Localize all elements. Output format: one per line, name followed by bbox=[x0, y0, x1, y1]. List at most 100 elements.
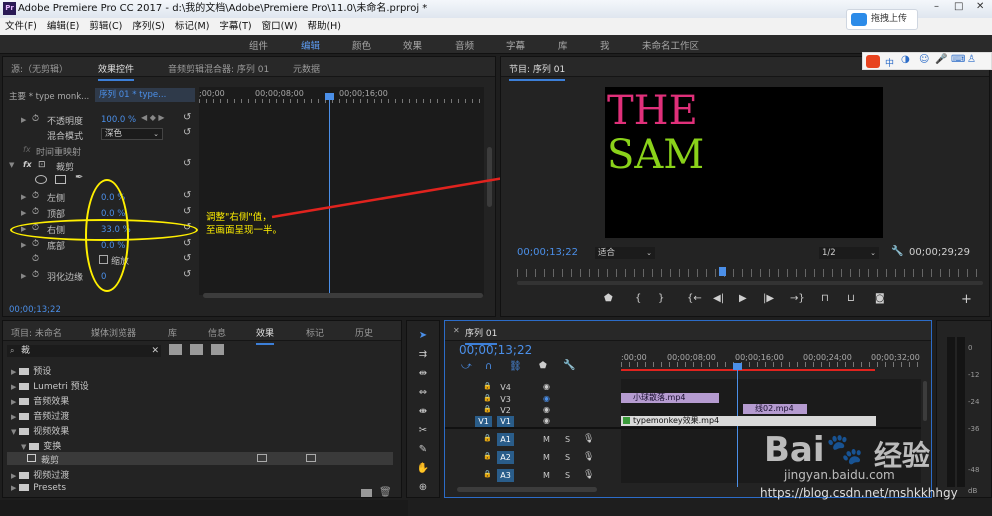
solo-button[interactable]: S bbox=[565, 453, 570, 462]
track-v2[interactable]: V2 bbox=[497, 405, 514, 416]
track-select-tool-icon[interactable]: ⇉ bbox=[416, 349, 430, 363]
32bit-filter-icon[interactable] bbox=[190, 344, 203, 355]
solo-button[interactable]: S bbox=[565, 471, 570, 480]
razor-tool-icon[interactable]: ✂ bbox=[416, 425, 430, 439]
tab-media-browser[interactable]: 媒体浏览器 bbox=[91, 326, 136, 339]
fit-select[interactable]: 适合 ⌄ bbox=[595, 247, 655, 259]
tab-markers[interactable]: 标记 bbox=[306, 326, 324, 339]
tl-zoom-scrollbar[interactable] bbox=[457, 487, 597, 492]
track-lock-icon[interactable]: 🔒 bbox=[483, 434, 492, 442]
tab-sequence[interactable]: 序列 01 bbox=[465, 326, 498, 345]
eye-icon[interactable]: ◉ bbox=[543, 416, 550, 425]
mic-icon[interactable]: 🎙 bbox=[583, 452, 594, 462]
tab-project[interactable]: 项目: 未命名 bbox=[11, 326, 62, 339]
tree-crop[interactable]: 裁剪 bbox=[27, 453, 59, 466]
ime-toolbar[interactable]: 中 ◑ ☺ 🎤 ⌨ ♙ bbox=[862, 52, 992, 70]
upload-button[interactable]: 拖拽上传 bbox=[846, 9, 918, 30]
track-a2[interactable]: A2 bbox=[497, 451, 514, 464]
ripple-edit-tool-icon[interactable]: ⇹ bbox=[416, 368, 430, 382]
step-back-icon[interactable]: ◀| bbox=[713, 293, 724, 304]
tree-video-effects[interactable]: ▼ 视频效果 bbox=[11, 424, 69, 437]
pen-tool-icon[interactable]: ✎ bbox=[416, 444, 430, 458]
zoom-tool-icon[interactable]: ⊕ bbox=[416, 482, 430, 496]
program-playhead[interactable] bbox=[719, 267, 726, 276]
marker-icon[interactable]: ⬟ bbox=[604, 293, 613, 304]
track-lock-icon[interactable]: 🔒 bbox=[483, 394, 492, 402]
track-v4[interactable]: V4 bbox=[497, 382, 514, 393]
mic-icon[interactable]: 🎙 bbox=[583, 434, 594, 444]
add-button-icon[interactable]: + bbox=[961, 292, 972, 307]
wrench-icon[interactable]: 🔧 bbox=[891, 246, 903, 257]
clip-v2[interactable]: 线02.mp4 bbox=[743, 404, 807, 414]
eye-icon[interactable]: ◉ bbox=[543, 394, 550, 403]
program-timecode[interactable]: 00;00;13;22 bbox=[517, 247, 578, 258]
mute-button[interactable]: M bbox=[543, 453, 550, 462]
selection-tool-icon[interactable]: ➤ bbox=[416, 330, 430, 344]
track-a1[interactable]: A1 bbox=[497, 433, 514, 446]
rate-stretch-tool-icon[interactable]: ⇔ bbox=[416, 387, 430, 401]
track-a3[interactable]: A3 bbox=[497, 469, 514, 482]
track-v3[interactable]: V3 bbox=[497, 394, 514, 405]
track-lock-icon[interactable]: 🔒 bbox=[483, 382, 492, 390]
new-bin-icon[interactable] bbox=[361, 489, 372, 497]
tab-effects[interactable]: 效果 bbox=[256, 326, 275, 345]
solo-button[interactable]: S bbox=[565, 435, 570, 444]
yuv-filter-icon[interactable] bbox=[211, 344, 224, 355]
play-icon[interactable]: ▶ bbox=[739, 293, 747, 304]
step-forward-icon[interactable]: |▶ bbox=[763, 293, 774, 304]
eye-icon[interactable]: ◉ bbox=[543, 382, 550, 391]
tab-history[interactable]: 历史 bbox=[355, 326, 373, 339]
go-to-in-icon[interactable]: {← bbox=[687, 293, 702, 304]
close-tab-icon[interactable]: ✕ bbox=[453, 326, 460, 335]
tab-info[interactable]: 信息 bbox=[208, 326, 226, 339]
add-marker-icon[interactable]: ⬟ bbox=[539, 361, 547, 371]
trash-icon[interactable]: 🗑 bbox=[379, 487, 392, 498]
slip-tool-icon[interactable]: ⇼ bbox=[416, 406, 430, 420]
linked-selection-icon[interactable]: ⛓ bbox=[509, 361, 522, 372]
tab-libraries[interactable]: 库 bbox=[168, 326, 177, 339]
eye-icon[interactable]: ◉ bbox=[543, 405, 550, 414]
folder-icon bbox=[19, 472, 30, 479]
effects-search-input[interactable]: ⌕ 裁 ✕ bbox=[7, 345, 161, 357]
mute-button[interactable]: M bbox=[543, 471, 550, 480]
lift-icon[interactable]: ⊓ bbox=[821, 293, 829, 304]
tree-crop-selected[interactable] bbox=[7, 452, 393, 465]
snap-icon[interactable]: ∩ bbox=[485, 361, 492, 372]
clear-icon[interactable]: ✕ bbox=[151, 345, 159, 357]
tree-video-transitions[interactable]: ▶ 视频过渡 bbox=[11, 468, 69, 481]
tab-program[interactable]: 节目: 序列 01 bbox=[509, 62, 566, 81]
go-to-out-icon[interactable]: →} bbox=[790, 293, 805, 304]
program-zoom-scrollbar[interactable] bbox=[517, 281, 983, 285]
camera-icon[interactable]: ◙ bbox=[875, 293, 885, 304]
mark-in-icon[interactable]: { bbox=[635, 293, 641, 304]
accelerated-filter-icon[interactable] bbox=[169, 344, 182, 355]
timeline-settings-icon[interactable]: 🔧 bbox=[563, 360, 575, 371]
track-lock-icon[interactable]: 🔒 bbox=[483, 452, 492, 460]
quality-select[interactable]: 1/2 ⌄ bbox=[819, 247, 879, 259]
tree-presets[interactable]: ▶ 预设 bbox=[11, 364, 51, 377]
tl-playhead-handle[interactable] bbox=[733, 363, 742, 370]
mark-out-icon[interactable]: } bbox=[658, 293, 664, 304]
program-video-frame[interactable]: THE SAM bbox=[605, 87, 883, 238]
track-v1[interactable]: V1 bbox=[497, 416, 514, 427]
tl-vertical-scrollbar[interactable] bbox=[923, 381, 927, 421]
tree-audio-transitions[interactable]: ▶ 音频过渡 bbox=[11, 409, 69, 422]
tree-presets-folder[interactable]: ▶ Presets bbox=[11, 483, 66, 492]
track-lock-icon[interactable]: 🔒 bbox=[483, 470, 492, 478]
source-patch-v1[interactable]: V1 bbox=[475, 416, 492, 427]
hand-tool-icon[interactable]: ✋ bbox=[416, 463, 430, 477]
tl-work-area-bar[interactable] bbox=[621, 369, 875, 371]
tree-transform[interactable]: ▼ 变换 bbox=[21, 439, 61, 452]
extract-icon[interactable]: ⊔ bbox=[847, 293, 855, 304]
track-lock-icon[interactable]: 🔒 bbox=[483, 405, 492, 413]
mute-button[interactable]: M bbox=[543, 435, 550, 444]
timeline-timecode[interactable]: 00;00;13;22 bbox=[459, 343, 532, 357]
program-scrub-bar[interactable] bbox=[517, 269, 983, 277]
tl-playhead[interactable] bbox=[737, 367, 738, 487]
tree-lumetri-presets[interactable]: ▶ Lumetri 预设 bbox=[11, 379, 89, 392]
clip-v1[interactable]: typemonkey效果.mp4 bbox=[621, 416, 876, 426]
clip-v3[interactable]: 小球散落.mp4 bbox=[621, 393, 719, 403]
nest-icon[interactable]: ⤻ bbox=[461, 361, 472, 372]
mic-icon[interactable]: 🎙 bbox=[583, 470, 594, 480]
tree-audio-effects[interactable]: ▶ 音频效果 bbox=[11, 394, 69, 407]
